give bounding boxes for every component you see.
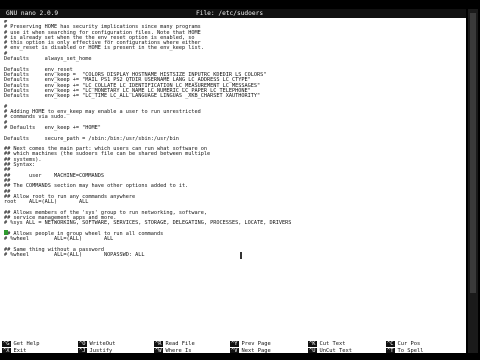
shortcut-bar: ^G Get Help ^X Exit ^O WriteOut ^J Justify ^R Rea… — [2, 341, 464, 353]
shortcut-where-is: ^W Where Is — [154, 348, 191, 353]
shortcut-label: Cut Text — [319, 341, 346, 347]
shortcut-to-spell: ^T To Spell — [386, 348, 423, 353]
mouse-ibeam-icon — [240, 252, 242, 259]
shortcut-label: Exit — [13, 348, 27, 353]
shortcut-label: Justify — [89, 348, 113, 353]
shortcut-key: ^K — [308, 341, 317, 347]
file-name: File: /etc/sudoers — [196, 10, 264, 17]
shortcut-key: ^G — [2, 341, 11, 347]
shortcut-key: ^V — [230, 348, 239, 353]
text-cursor — [4, 230, 8, 235]
shortcut-label: Read File — [165, 341, 195, 347]
shortcut-uncut-text: ^U UnCut Text — [308, 348, 352, 353]
shortcut-label: Next Page — [241, 348, 271, 353]
shortcut-key: ^T — [386, 348, 395, 353]
editor-line[interactable]: # %wheel ALL=(ALL) NOPASSWD: ALL — [4, 252, 460, 258]
shortcut-label: Get Help — [13, 341, 40, 347]
shortcut-label: Prev Page — [241, 341, 271, 347]
terminal-frame: GNU nano 2.0.9 File: /etc/sudoers # # Pre… — [0, 0, 480, 360]
shortcut-justify: ^J Justify — [78, 348, 112, 353]
app-name: GNU nano 2.0.9 — [6, 10, 59, 17]
scrollbar[interactable] — [468, 9, 478, 353]
shortcut-label: Where Is — [165, 348, 192, 353]
shortcut-next-page: ^V Next Page — [230, 348, 271, 353]
shortcut-get-help: ^G Get Help — [2, 341, 39, 347]
shortcut-key: ^C — [386, 341, 395, 347]
shortcut-label: UnCut Text — [319, 348, 352, 353]
shortcut-key: ^O — [78, 341, 87, 347]
shortcut-read-file: ^R Read File — [154, 341, 195, 347]
nano-titlebar: GNU nano 2.0.9 File: /etc/sudoers — [0, 9, 466, 18]
shortcut-key: ^W — [154, 348, 163, 353]
shortcut-cur-pos: ^C Cur Pos — [386, 341, 420, 347]
shortcut-key: ^Y — [230, 341, 239, 347]
shortcut-prev-page: ^Y Prev Page — [230, 341, 271, 347]
shortcut-writeout: ^O WriteOut — [78, 341, 115, 347]
shortcut-key: ^U — [308, 348, 317, 353]
shortcut-key: ^X — [2, 348, 11, 353]
scrollbar-thumb[interactable] — [470, 13, 476, 293]
shortcut-key: ^J — [78, 348, 87, 353]
shortcut-key: ^R — [154, 341, 163, 347]
shortcut-exit: ^X Exit — [2, 348, 26, 353]
shortcut-cut-text: ^K Cut Text — [308, 341, 345, 347]
shortcut-label: To Spell — [397, 348, 424, 353]
editor-text-area[interactable]: # # Preserving HOME has security implicat… — [4, 20, 460, 328]
shortcut-label: WriteOut — [89, 341, 116, 347]
shortcut-label: Cur Pos — [397, 341, 421, 347]
terminal-window[interactable]: GNU nano 2.0.9 File: /etc/sudoers # # Pre… — [0, 9, 466, 353]
